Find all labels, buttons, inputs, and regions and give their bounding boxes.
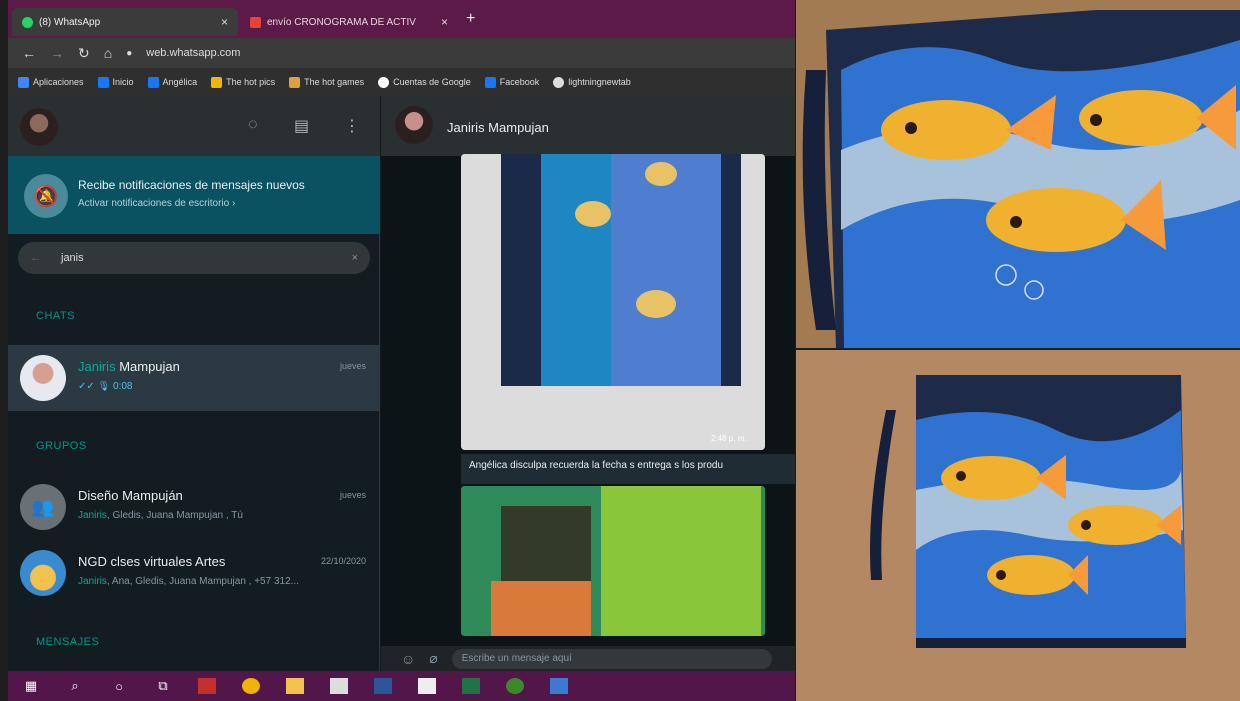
sidebar-header: ◌ ▤ ⋮: [8, 96, 380, 156]
group-time: 22/10/2020: [320, 556, 366, 566]
store-icon[interactable]: [330, 678, 348, 694]
address-bar: ← → ↻ ⌂ ● web.whatsapp.com: [8, 38, 795, 68]
app-icon[interactable]: [506, 678, 524, 694]
search-bar[interactable]: ← janis ×: [18, 242, 370, 274]
app-icon[interactable]: [418, 678, 436, 694]
task-view-icon[interactable]: ⧉: [154, 678, 172, 694]
forward-icon[interactable]: →: [50, 45, 64, 61]
tab-label: envío CRONOGRAMA DE ACTIV: [267, 16, 416, 28]
chat-name: Janiris Mampujan: [78, 359, 180, 374]
profile-avatar[interactable]: [20, 108, 58, 146]
bookmark-hot-pics[interactable]: The hot pics: [211, 76, 275, 88]
file-explorer-icon[interactable]: [286, 678, 304, 694]
apps-icon: [18, 76, 29, 88]
group-row[interactable]: NGD clses virtuales Artes Janiris, Ana, …: [8, 540, 380, 606]
notification-banner[interactable]: 🔕 Recibe notificaciones de mensajes nuev…: [8, 156, 380, 234]
fish-bag-photo-bottom: [796, 350, 1240, 701]
back-arrow-icon[interactable]: ←: [30, 252, 41, 264]
chat-panel: Janiris Mampujan 2:48 p. m. Angélica dis…: [381, 96, 795, 671]
tab-gmail[interactable]: envío CRONOGRAMA DE ACTIV ×: [240, 8, 458, 36]
lock-icon: ●: [126, 47, 133, 59]
search-icon[interactable]: ⌕: [66, 678, 84, 694]
google-icon: [378, 76, 390, 88]
facebook-icon: [484, 76, 496, 88]
gmail-icon: [250, 16, 261, 28]
emoji-icon[interactable]: ☺: [401, 651, 415, 667]
close-tab-icon[interactable]: ×: [441, 15, 448, 29]
avatar: [20, 355, 66, 401]
bookmark-lightning[interactable]: lightningnewtab: [553, 76, 631, 88]
whatsapp-icon: [22, 16, 33, 28]
chat-sidebar: ◌ ▤ ⋮ 🔕 Recibe notificaciones de mensaje…: [8, 96, 380, 671]
message-image[interactable]: [461, 486, 765, 636]
group-preview: Janiris, Gledis, Juana Mampujan , Tú: [78, 510, 243, 521]
tab-whatsapp[interactable]: (8) WhatsApp ×: [12, 8, 238, 36]
fish-bag-photo: [461, 154, 765, 450]
message-input[interactable]: Escribe un mensaje aquí: [451, 648, 772, 669]
word-icon[interactable]: [374, 678, 392, 694]
bookmark-google-accounts[interactable]: Cuentas de Google: [378, 76, 471, 88]
bookmark-angelica[interactable]: Angélica: [147, 76, 197, 88]
facebook-icon: [147, 76, 159, 88]
chrome-icon[interactable]: [242, 678, 260, 694]
status-icon[interactable]: ◌: [248, 116, 258, 134]
url-field[interactable]: web.whatsapp.com: [146, 47, 240, 59]
lightning-icon: [553, 76, 565, 88]
notification-title: Recibe notificaciones de mensajes nuevos: [78, 178, 305, 192]
clear-search-icon[interactable]: ×: [352, 252, 358, 264]
back-icon[interactable]: ←: [22, 45, 36, 61]
search-input[interactable]: janis: [61, 252, 84, 264]
windows-start-icon[interactable]: ▦: [22, 678, 40, 694]
chat-row[interactable]: Janiris Mampujan ✓✓ 🎙 0:08 jueves: [8, 345, 380, 411]
tab-bar: (8) WhatsApp × envío CRONOGRAMA DE ACTIV…: [8, 0, 795, 38]
message-caption: Angélica disculpa recuerda la fecha s en…: [461, 454, 795, 484]
section-messages: MENSAJES: [36, 636, 100, 648]
games-icon: [289, 76, 301, 88]
home-icon[interactable]: ⌂: [104, 45, 112, 61]
bell-off-icon: 🔕: [24, 174, 68, 218]
close-tab-icon[interactable]: ×: [221, 15, 228, 29]
contact-name[interactable]: Janiris Mampujan: [447, 120, 549, 135]
contact-avatar[interactable]: [395, 106, 433, 144]
bookmarks-bar: Aplicaciones Inicio Angélica The hot pic…: [8, 68, 795, 96]
powerpoint-icon[interactable]: [198, 678, 216, 694]
group-name: NGD clses virtuales Artes: [78, 554, 226, 569]
excel-icon[interactable]: [462, 678, 480, 694]
notification-link[interactable]: Activar notificaciones de escritorio ›: [78, 198, 235, 209]
section-chats: CHATS: [36, 310, 75, 322]
cortana-icon[interactable]: ○: [110, 678, 128, 694]
group-name: Diseño Mampuján: [78, 488, 183, 503]
bookmark-inicio[interactable]: Inicio: [97, 76, 134, 88]
section-groups: GRUPOS: [36, 440, 87, 452]
group-time: jueves: [339, 490, 366, 500]
message-image[interactable]: [461, 154, 765, 450]
menu-icon[interactable]: ⋮: [344, 116, 360, 136]
new-chat-icon[interactable]: ▤: [294, 116, 309, 136]
tab-label: (8) WhatsApp: [39, 16, 101, 28]
fish-bag-photo-top: [796, 0, 1240, 348]
group-preview: Janiris, Ana, Gledis, Juana Mampujan , +…: [78, 576, 299, 587]
avatar: [20, 550, 66, 596]
chat-time: jueves: [339, 361, 366, 371]
whatsapp-screenshot: (8) WhatsApp × envío CRONOGRAMA DE ACTIV…: [8, 0, 795, 701]
bookmark-facebook[interactable]: Facebook: [484, 76, 539, 88]
attach-icon[interactable]: ⌀: [429, 650, 437, 667]
pics-icon: [211, 76, 223, 88]
image-timestamp: 2:48 p. m.: [711, 434, 747, 443]
windows-taskbar: ▦ ⌕ ○ ⧉: [8, 671, 795, 701]
compose-bar: ☺ ⌀ Escribe un mensaje aquí: [381, 646, 795, 671]
tapestry-photo: [461, 486, 765, 636]
new-tab-button[interactable]: +: [466, 10, 475, 28]
group-icon: 👥: [20, 484, 66, 530]
chat-preview: ✓✓ 🎙 0:08: [78, 381, 133, 392]
photos-icon[interactable]: [550, 678, 568, 694]
chat-header[interactable]: Janiris Mampujan: [381, 96, 795, 156]
bookmark-hot-games[interactable]: The hot games: [289, 76, 364, 88]
facebook-icon: [97, 76, 109, 88]
reload-icon[interactable]: ↻: [78, 45, 90, 62]
bookmark-apps[interactable]: Aplicaciones: [18, 76, 84, 88]
group-row[interactable]: 👥 Diseño Mampuján Janiris, Gledis, Juana…: [8, 474, 380, 540]
